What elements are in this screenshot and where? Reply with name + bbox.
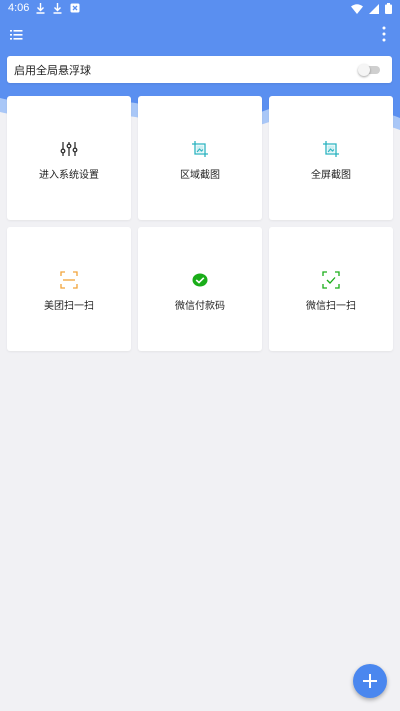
sliders-icon [60,142,78,156]
more-vert-icon [382,26,386,42]
tile-wechat-scan[interactable]: 微信扫一扫 [269,227,393,351]
fullscreen-screenshot-icon [323,141,339,157]
toolbar [0,22,400,46]
tile-label: 美团扫一扫 [44,301,94,312]
tile-region-screenshot[interactable]: 区域截图 [138,96,262,220]
floating-ball-label: 启用全局悬浮球 [14,64,91,77]
tile-system-settings[interactable]: 进入系统设置 [7,96,131,220]
tile-wechat-pay-code[interactable]: 微信付款码 [138,227,262,351]
status-bar: 4:06 [0,0,400,18]
switch-thumb [358,64,370,76]
tile-label: 微信扫一扫 [306,301,356,312]
download-icon [36,3,45,14]
scan-frame-icon [60,271,78,289]
download-icon [53,3,62,14]
wifi-icon [351,3,363,14]
tile-label: 全屏截图 [311,170,351,181]
signal-icon [369,3,379,14]
list-menu-icon [10,30,23,40]
status-time: 4:06 [8,2,30,14]
wechat-scan-icon [322,271,340,289]
app-notification-icon [70,3,80,13]
battery-icon [385,3,392,14]
wechat-pay-icon [192,273,208,287]
plus-icon [363,674,377,688]
more-options-button[interactable] [380,25,388,43]
tile-fullscreen-screenshot[interactable]: 全屏截图 [269,96,393,220]
menu-button[interactable] [10,26,26,42]
floating-ball-switch[interactable] [358,64,380,76]
crop-screenshot-icon [192,141,208,157]
tile-label: 微信付款码 [175,301,225,312]
tile-label: 区域截图 [180,170,220,181]
tile-label: 进入系统设置 [39,170,99,181]
floating-ball-setting[interactable]: 启用全局悬浮球 [7,56,392,83]
tile-meituan-scan[interactable]: 美团扫一扫 [7,227,131,351]
app-screen: 4:06 启用全局悬浮球 进入系统设置 区域截图 全屏截图 美团扫一扫 微信付款… [0,0,400,711]
add-button[interactable] [353,664,387,698]
